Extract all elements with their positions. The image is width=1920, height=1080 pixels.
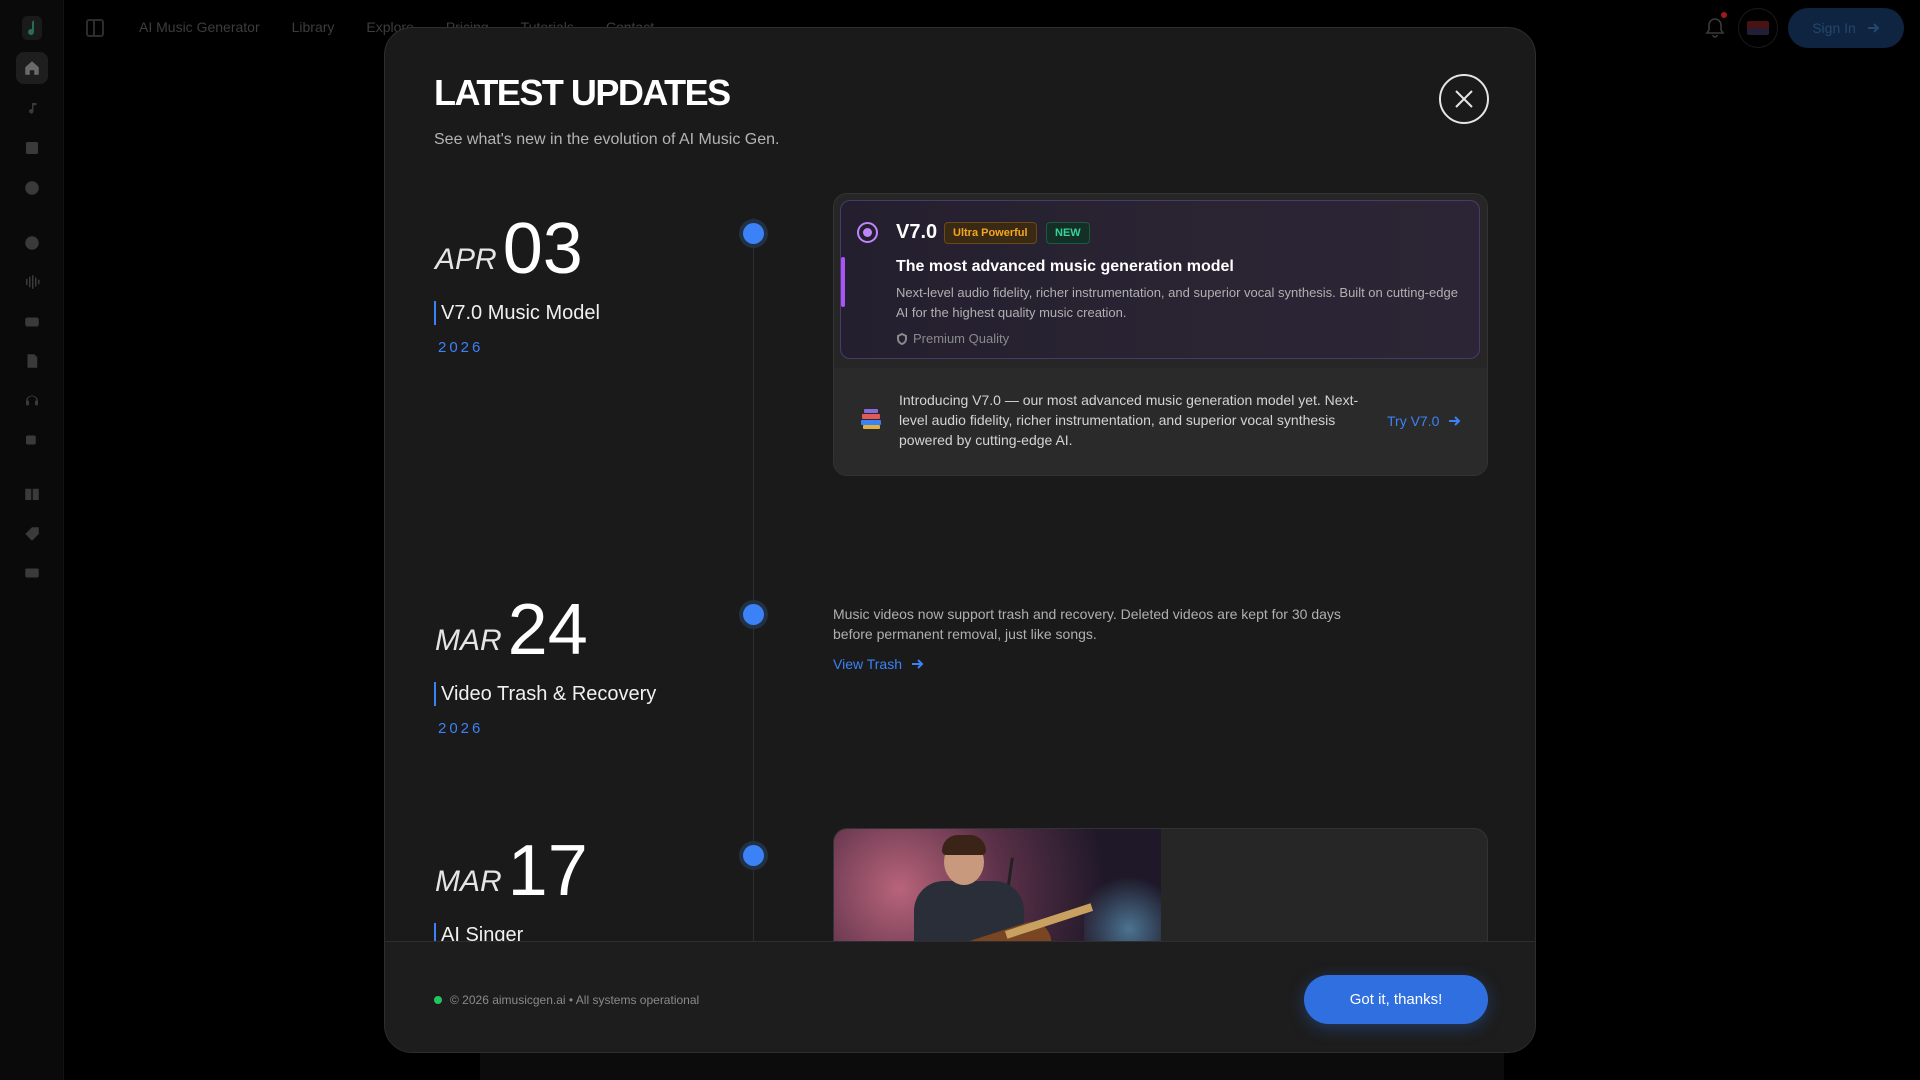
premium-quality-label: Premium Quality <box>896 331 1009 346</box>
language-flag-button[interactable] <box>1738 8 1778 48</box>
coffee-icon[interactable] <box>16 424 48 456</box>
timeline-dot <box>743 845 764 866</box>
entry-month: MAR <box>435 865 502 898</box>
compass-icon[interactable] <box>16 172 48 204</box>
entry-month: MAR <box>435 624 502 657</box>
entry-title: Video Trash & Recovery <box>434 682 656 706</box>
sidebar <box>0 0 64 1080</box>
entry-date: MAR 24 <box>435 594 588 666</box>
entry-day: 03 <box>502 209 583 289</box>
v7-intro-row: Introducing V7.0 — our most advanced mus… <box>834 368 1487 475</box>
feature-description: Next-level audio fidelity, richer instru… <box>896 285 1458 320</box>
entry-title: V7.0 Music Model <box>434 301 600 325</box>
arrow-right-icon <box>1867 23 1880 33</box>
timeline-dot <box>743 604 764 625</box>
new-badge: NEW <box>1046 222 1090 244</box>
music-note-icon[interactable] <box>16 93 48 125</box>
close-icon <box>1455 90 1473 108</box>
entry-day: 17 <box>507 831 588 911</box>
headphones-icon[interactable] <box>16 384 48 416</box>
notification-dot <box>1721 12 1727 18</box>
entry-year: 2026 <box>438 339 484 356</box>
entry-month: APR <box>435 243 497 276</box>
document-icon[interactable] <box>16 345 48 377</box>
nav-library[interactable]: Library <box>292 19 335 35</box>
view-trash-label: View Trash <box>833 656 902 672</box>
sign-in-label: Sign In <box>1812 20 1856 36</box>
vinyl-icon[interactable] <box>16 227 48 259</box>
video-icon[interactable] <box>16 306 48 338</box>
nav-ai-music-generator[interactable]: AI Music Generator <box>139 19 260 35</box>
modal-subtitle: See what's new in the evolution of AI Mu… <box>434 131 780 148</box>
latest-updates-modal: LATEST UPDATES See what's new in the evo… <box>384 27 1536 1053</box>
sign-in-button[interactable]: Sign In <box>1788 8 1904 48</box>
waveform-icon[interactable] <box>16 266 48 298</box>
mail-icon[interactable] <box>16 557 48 589</box>
footer-status-text: © 2026 aimusicgen.ai • All systems opera… <box>450 993 700 1007</box>
shield-icon <box>897 332 907 345</box>
view-trash-link[interactable]: View Trash <box>833 656 924 672</box>
timeline-dot <box>743 223 764 244</box>
close-button[interactable] <box>1439 74 1489 124</box>
ultra-powerful-badge: Ultra Powerful <box>944 222 1037 244</box>
status-indicator <box>434 996 442 1004</box>
arrow-right-icon <box>912 659 924 669</box>
library-icon[interactable] <box>16 132 48 164</box>
entry-date: MAR 17 <box>435 835 588 907</box>
v7-feature-option[interactable]: V7.0 Ultra Powerful NEW The most advance… <box>840 200 1480 359</box>
selected-radio[interactable] <box>857 222 878 243</box>
modal-title: LATEST UPDATES <box>434 72 731 113</box>
app-logo-icon[interactable] <box>20 14 44 42</box>
v7-update-card: V7.0 Ultra Powerful NEW The most advance… <box>833 193 1488 476</box>
us-flag-icon <box>1747 21 1769 35</box>
got-it-button[interactable]: Got it, thanks! <box>1304 975 1488 1024</box>
book-icon[interactable] <box>16 478 48 510</box>
intro-text: Introducing V7.0 — our most advanced mus… <box>899 392 1359 448</box>
home-icon[interactable] <box>16 52 48 84</box>
feature-heading: The most advanced music generation model <box>896 258 1234 275</box>
arrow-right-icon <box>1449 416 1461 426</box>
updates-timeline[interactable]: APR 03 V7.0 Music Model 2026 V7.0 Ultra … <box>385 178 1535 968</box>
entry-date: APR 03 <box>435 213 583 285</box>
try-v7-link[interactable]: Try V7.0 <box>1387 413 1461 429</box>
tag-icon[interactable] <box>16 518 48 550</box>
modal-footer: © 2026 aimusicgen.ai • All systems opera… <box>385 941 1535 1052</box>
books-icon <box>856 404 886 434</box>
feature-version: V7.0 <box>896 221 938 243</box>
entry-day: 24 <box>507 590 588 670</box>
toggle-sidebar-icon[interactable] <box>86 19 104 37</box>
premium-quality-text: Premium Quality <box>913 331 1010 346</box>
entry-year: 2026 <box>438 720 484 737</box>
entry-description: Music videos now support trash and recov… <box>833 606 1341 642</box>
try-v7-label: Try V7.0 <box>1387 413 1440 429</box>
accent-bar <box>841 257 845 307</box>
bell-icon[interactable] <box>1705 17 1725 39</box>
